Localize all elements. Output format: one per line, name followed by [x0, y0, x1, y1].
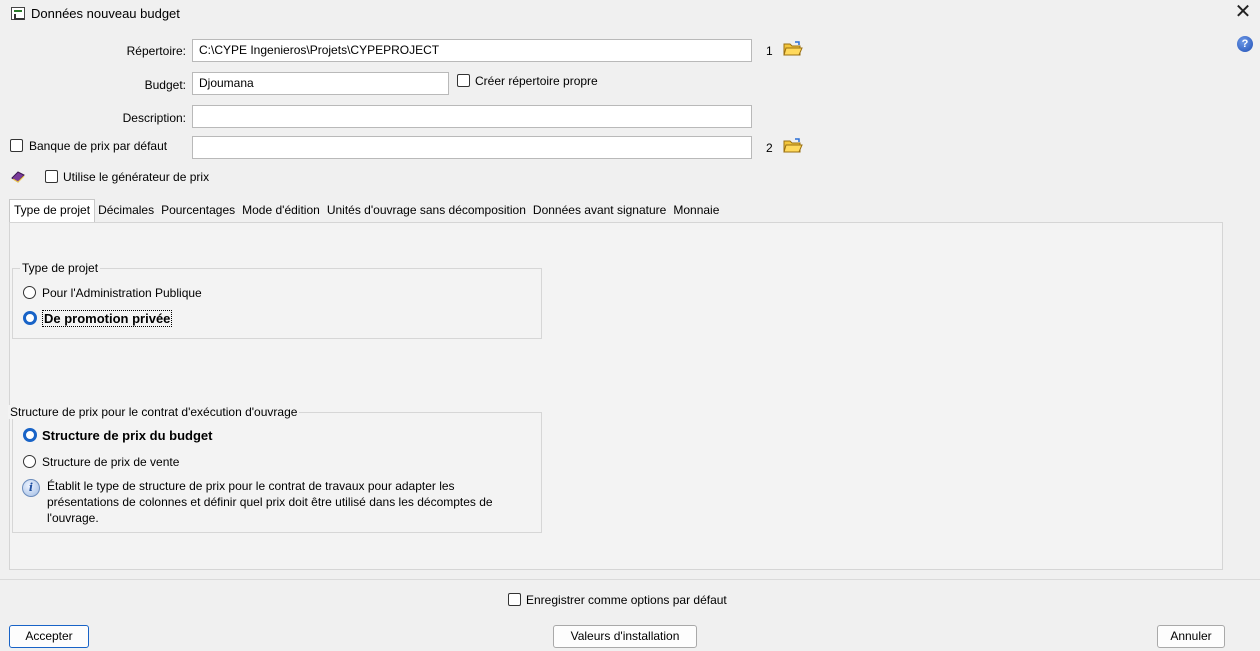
close-icon[interactable]: ✕ — [1233, 0, 1253, 24]
help-icon[interactable]: ? — [1237, 36, 1253, 52]
tab-strip: Type de projet Décimales Pourcentages Mo… — [9, 199, 723, 223]
radio-structure-budget-label: Structure de prix du budget — [42, 428, 213, 443]
info-line: présentations de colonnes et définir que… — [47, 495, 493, 509]
tab-type-de-projet[interactable]: Type de projet — [9, 199, 96, 223]
radio-structure-budget[interactable] — [23, 428, 37, 442]
budget-label: Budget: — [144, 78, 186, 92]
info-line: l'ouvrage. — [47, 511, 99, 525]
radio-administration-publique-label: Pour l'Administration Publique — [42, 286, 202, 300]
radio-administration-publique[interactable] — [23, 286, 36, 299]
structure-prix-title: Structure de prix pour le contrat d'exéc… — [8, 405, 300, 419]
radio-structure-vente-label: Structure de prix de vente — [42, 455, 180, 469]
info-text: Établit le type de structure de prix pou… — [47, 478, 537, 526]
banque-prix-label: Banque de prix par défaut — [29, 139, 168, 153]
folder-open-icon[interactable] — [783, 41, 803, 57]
type-projet-title: Type de projet — [20, 261, 101, 275]
radio-promotion-privee[interactable] — [23, 311, 37, 325]
radio-promotion-privee-label: De promotion privée — [42, 310, 173, 327]
footer-separator — [0, 579, 1260, 580]
banque-number: 2 — [766, 141, 773, 155]
window-title: Données nouveau budget — [31, 6, 180, 21]
generateur-checkbox[interactable] — [45, 170, 58, 183]
description-field[interactable] — [192, 105, 752, 128]
generateur-label: Utilise le générateur de prix — [63, 170, 210, 184]
creer-repertoire-checkbox[interactable] — [457, 74, 470, 87]
repertoire-label: Répertoire: — [126, 44, 186, 58]
info-icon: i — [22, 479, 40, 497]
valeurs-installation-button[interactable]: Valeurs d'installation — [553, 625, 697, 648]
tab-mode-edition[interactable]: Mode d'édition — [239, 199, 324, 223]
tab-unites-ouvrage[interactable]: Unités d'ouvrage sans décomposition — [324, 199, 530, 223]
repertoire-field[interactable]: C:\CYPE Ingenieros\Projets\CYPEPROJECT — [192, 39, 752, 62]
tab-monnaie[interactable]: Monnaie — [670, 199, 723, 223]
description-label: Description: — [122, 111, 186, 125]
banque-prix-field[interactable] — [192, 136, 752, 159]
app-icon — [11, 7, 25, 20]
type-projet-group — [12, 268, 542, 339]
enregistrer-checkbox[interactable] — [508, 593, 521, 606]
annuler-button[interactable]: Annuler — [1157, 625, 1225, 648]
tab-pourcentages[interactable]: Pourcentages — [158, 199, 239, 223]
budget-field[interactable]: Djoumana — [192, 72, 449, 95]
radio-promotion-privee-label-wrap: De promotion privée — [42, 310, 173, 327]
info-line: Établit le type de structure de prix pou… — [47, 479, 455, 493]
accepter-button[interactable]: Accepter — [9, 625, 89, 648]
banque-prix-checkbox[interactable] — [10, 139, 23, 152]
tab-donnees-avant-signature[interactable]: Données avant signature — [530, 199, 670, 223]
tab-decimales[interactable]: Décimales — [95, 199, 158, 223]
creer-repertoire-label: Créer répertoire propre — [475, 74, 598, 88]
repertoire-number: 1 — [766, 44, 773, 58]
enregistrer-label: Enregistrer comme options par défaut — [526, 593, 727, 607]
book-icon — [11, 171, 25, 183]
folder-open-icon[interactable] — [783, 138, 803, 154]
radio-structure-vente[interactable] — [23, 455, 36, 468]
